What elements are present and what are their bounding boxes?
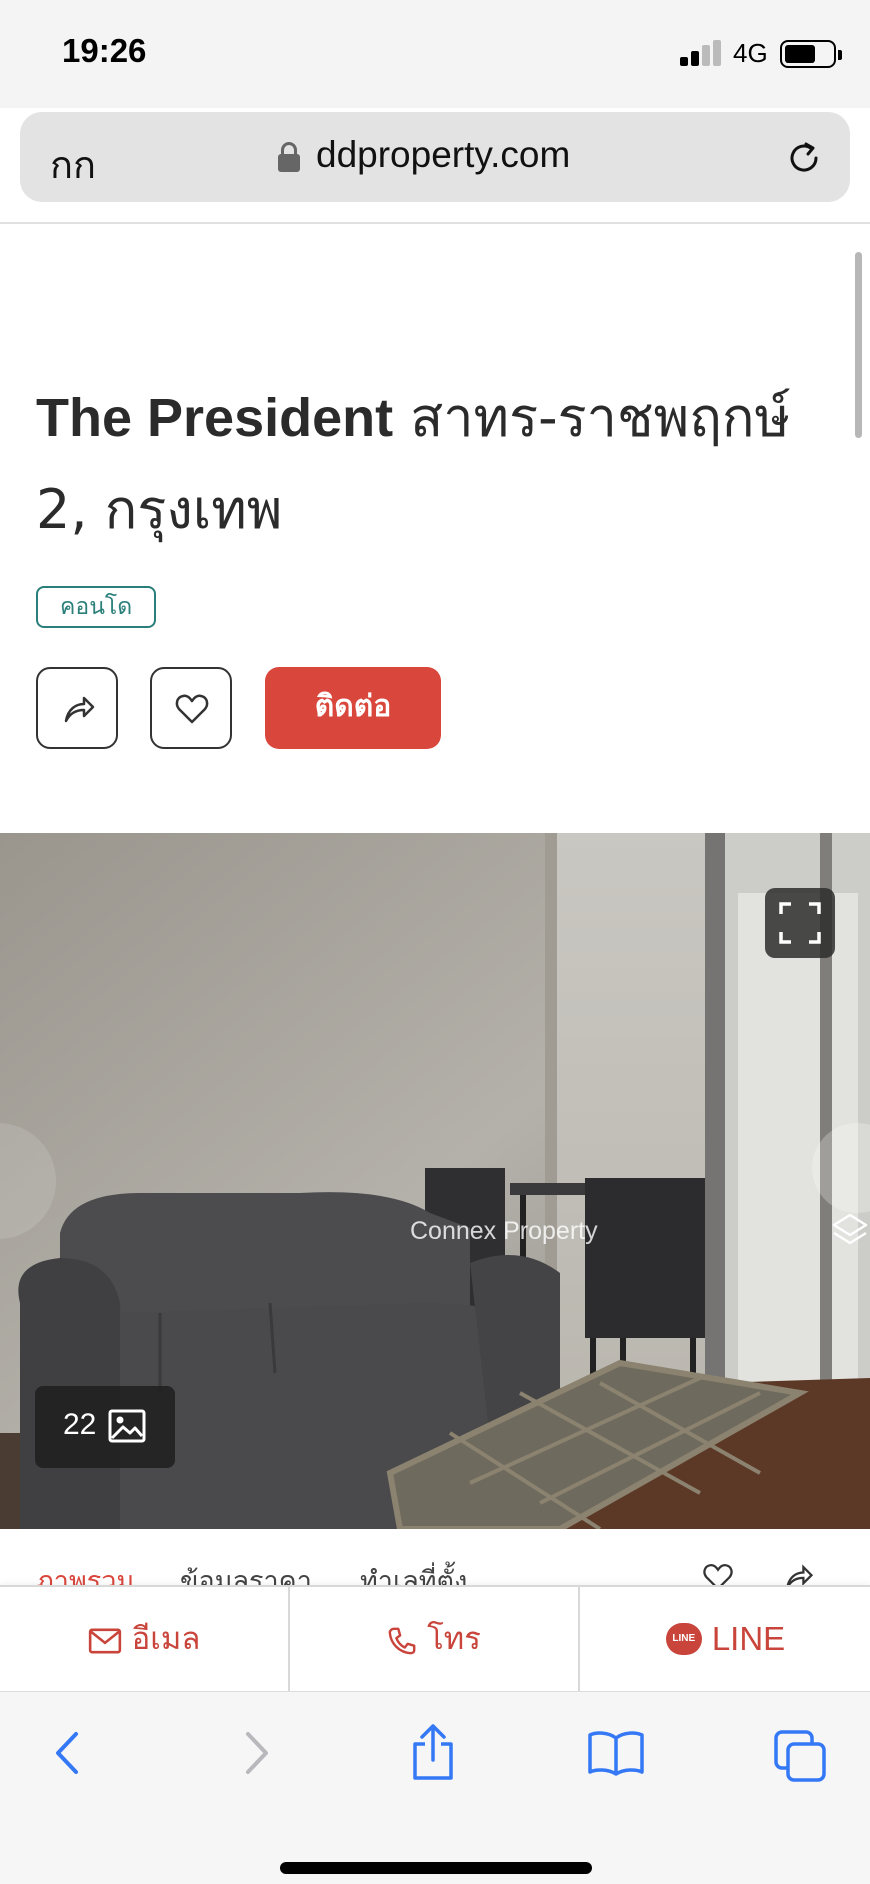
fullscreen-icon xyxy=(779,902,821,944)
text-size-button[interactable]: กก xyxy=(50,134,96,195)
reload-icon[interactable] xyxy=(782,136,826,180)
call-label: โทร xyxy=(427,1621,481,1657)
signal-icon xyxy=(680,40,722,66)
heart-icon[interactable] xyxy=(700,1559,736,1585)
line-button[interactable]: LINE LINE xyxy=(581,1587,870,1691)
photo-count: 22 xyxy=(63,1408,97,1441)
tab-overview[interactable]: ภาพรวม xyxy=(36,1559,134,1585)
share-sheet-icon[interactable] xyxy=(408,1722,458,1782)
mail-icon xyxy=(88,1628,121,1653)
page-title: The President สาทร-ราชพฤกษ์ 2, กรุงเทพ xyxy=(36,372,836,556)
photo-count-badge[interactable]: 22 xyxy=(35,1386,175,1468)
scrollbar[interactable] xyxy=(855,252,862,438)
contact-bar: อีเมล โทร LINE LINE xyxy=(0,1585,870,1691)
heart-icon xyxy=(175,694,209,724)
section-tabs: ภาพรวม ข้อมูลราคา ทำเลที่ตั้ง xyxy=(0,1529,870,1585)
address-bar[interactable]: กก ddproperty.com xyxy=(20,112,850,202)
listing-photo[interactable]: Connex Property 22 xyxy=(0,833,870,1529)
back-icon[interactable] xyxy=(48,1728,88,1778)
share-button[interactable] xyxy=(36,667,118,749)
network-label: 4G xyxy=(733,38,768,68)
tabs-icon[interactable] xyxy=(772,1728,828,1784)
home-indicator xyxy=(280,1862,592,1874)
url-text[interactable]: ddproperty.com xyxy=(316,134,570,176)
tab-location[interactable]: ทำเลที่ตั้ง xyxy=(360,1559,467,1585)
tab-actions-area xyxy=(680,1529,870,1585)
battery-icon xyxy=(780,40,842,68)
phone-icon xyxy=(388,1627,416,1654)
status-time: 19:26 xyxy=(62,32,147,69)
fullscreen-button[interactable] xyxy=(765,888,835,958)
divider xyxy=(0,222,870,224)
title-english: The President xyxy=(36,388,394,448)
photo-watermark: Connex Property xyxy=(410,1217,598,1245)
status-bar: 19:26 4G xyxy=(0,0,870,108)
browser-toolbar xyxy=(0,1691,870,1884)
tab-price-info[interactable]: ข้อมูลราคา xyxy=(180,1559,312,1585)
email-button[interactable]: อีเมล xyxy=(0,1587,290,1691)
property-type-badge: คอนโด xyxy=(36,586,157,628)
forward-icon[interactable] xyxy=(236,1728,276,1778)
lock-icon xyxy=(278,142,300,172)
email-label: อีเมล xyxy=(131,1621,201,1657)
call-button[interactable]: โทร xyxy=(290,1587,580,1691)
bookmarks-icon[interactable] xyxy=(586,1728,646,1778)
share-icon xyxy=(64,696,95,723)
line-label: LINE xyxy=(711,1620,786,1657)
image-icon xyxy=(108,1409,146,1443)
layers-icon xyxy=(832,1213,868,1245)
line-logo-icon: LINE xyxy=(665,1622,702,1655)
favorite-button[interactable] xyxy=(150,667,232,749)
share-icon[interactable] xyxy=(780,1559,816,1585)
contact-button[interactable]: ติดต่อ xyxy=(265,667,441,749)
